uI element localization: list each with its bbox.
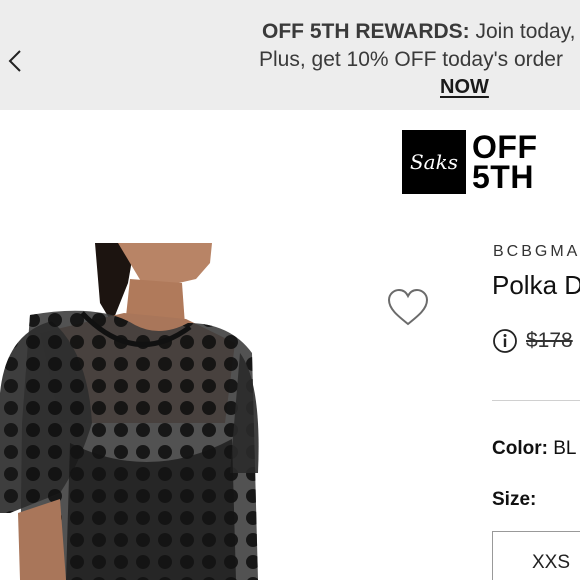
divider: [492, 400, 580, 401]
product-photo: [0, 243, 262, 580]
size-option-label: XXS: [532, 552, 571, 573]
promo-banner[interactable]: OFF 5TH REWARDS: Join today, Plus, get 1…: [0, 0, 580, 110]
heart-icon: [387, 288, 429, 326]
logo-wordmark-line1: OFF: [472, 129, 538, 165]
logo-wordmark-line2: 5TH: [472, 159, 534, 195]
banner-title: OFF 5TH REWARDS:: [262, 20, 470, 43]
product-title: Polka D: [492, 270, 580, 300]
banner-prev-button[interactable]: [4, 46, 26, 76]
color-value: BL: [553, 438, 577, 459]
size-label: Size:: [492, 489, 537, 510]
chevron-left-icon: [8, 50, 21, 72]
wishlist-button[interactable]: [386, 288, 430, 328]
banner-subline: Plus, get 10% OFF today's order: [259, 48, 563, 71]
saks-logo-mark: Saks: [402, 130, 466, 194]
saks-off-5th-logo[interactable]: Saks OFF 5TH: [402, 130, 537, 194]
color-selector: Color: BL: [492, 438, 576, 460]
original-price: $178: [526, 329, 573, 352]
size-option-xxs[interactable]: XXS: [492, 531, 580, 580]
price-row: $178: [492, 328, 573, 354]
banner-headline-rest: Join today,: [469, 20, 576, 43]
banner-headline: OFF 5TH REWARDS: Join today,: [262, 20, 576, 44]
product-page: OFF 5TH REWARDS: Join today, Plus, get 1…: [0, 0, 580, 580]
product-image[interactable]: [0, 243, 262, 580]
color-label: Color:: [492, 438, 548, 459]
info-icon[interactable]: [492, 328, 518, 354]
product-brand[interactable]: BCBGMA: [493, 243, 580, 261]
logo-wordmark: OFF 5TH: [472, 129, 538, 195]
banner-cta-link[interactable]: NOW: [440, 76, 489, 99]
